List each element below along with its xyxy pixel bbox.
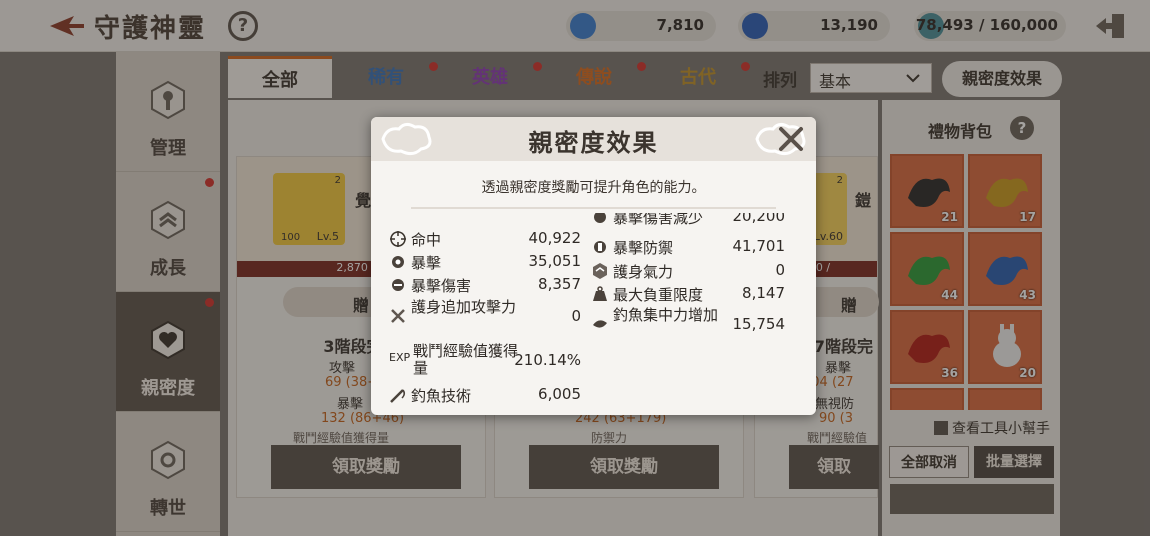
stat-value: 20,200 — [732, 213, 786, 225]
divider — [411, 207, 776, 209]
stat-value: 8,147 — [742, 284, 785, 302]
stat-row: 釣魚技術 6,005 — [389, 383, 581, 403]
stat-name: 命中 — [411, 231, 442, 249]
stat-value: 0 — [571, 307, 581, 325]
stat-value: 0 — [775, 261, 785, 279]
stat-name: 暴擊 — [411, 254, 442, 272]
dialog-title: 親密度效果 — [528, 129, 659, 157]
stat-value: 8,357 — [538, 275, 581, 293]
stat-value: 40,922 — [528, 229, 582, 247]
stat-name: 護身氣力 — [613, 263, 674, 281]
stat-row: 暴擊防禦 41,701 — [591, 235, 785, 257]
stat-name: 暴擊傷害 — [411, 277, 472, 295]
guard-energy-icon — [593, 263, 607, 279]
dialog-header: 親密度效果 — [371, 117, 816, 161]
fishing-focus-icon — [593, 320, 607, 328]
stat-row: 命中 40,922 — [389, 227, 581, 249]
stat-value: 35,051 — [528, 252, 582, 270]
stat-value: 15,754 — [732, 315, 786, 333]
stat-name: 暴擊防禦 — [613, 239, 674, 257]
guard-attack-icon — [391, 309, 405, 323]
stat-name: 釣魚集中力增加 — [613, 306, 719, 324]
stat-name: 釣魚技術 — [411, 387, 472, 403]
weight-icon — [593, 286, 607, 301]
fishing-rod-icon — [390, 389, 406, 403]
stat-list: 命中 40,922 暴擊 35,051 暴擊傷害 8,357 護身追加攻擊力 0… — [385, 213, 805, 403]
stat-value: 41,701 — [732, 237, 786, 255]
crit-gear-icon — [392, 256, 404, 268]
intimacy-effect-dialog: 親密度效果 透過親密度獎勵可提升角色的能力。 命中 40,922 暴擊 35,0… — [371, 117, 816, 415]
stat-row: 釣魚集中力增加 15,754 — [591, 305, 785, 343]
stat-name: 戰鬥經驗值獲得量 — [413, 342, 519, 377]
close-icon[interactable] — [777, 125, 805, 153]
stat-row: EXP 戰鬥經驗值獲得量 210.14% — [389, 341, 581, 379]
stat-row: 護身追加攻擊力 0 — [389, 297, 581, 335]
exp-icon: EXP — [389, 351, 411, 364]
dialog-description: 透過親密度獎勵可提升角色的能力。 — [481, 180, 706, 196]
crit-damage-reduce-icon — [594, 213, 606, 223]
stat-row: 暴擊傷害減少 20,200 — [591, 213, 785, 227]
stat-row: 暴擊傷害 8,357 — [389, 273, 581, 295]
stat-value: 6,005 — [538, 385, 581, 403]
crosshair-icon — [390, 231, 406, 247]
crit-defense-gear-icon — [594, 241, 606, 253]
stat-name: 暴擊傷害減少 — [613, 213, 704, 227]
crit-damage-gear-icon — [392, 279, 404, 291]
stat-value: 210.14% — [514, 351, 581, 369]
stat-name: 最大負重限度 — [613, 286, 704, 304]
stat-row: 暴擊 35,051 — [389, 250, 581, 272]
stat-row: 護身氣力 0 — [591, 259, 785, 281]
stat-name: 護身追加攻擊力 — [411, 298, 517, 316]
stat-row: 最大負重限度 8,147 — [591, 282, 785, 304]
